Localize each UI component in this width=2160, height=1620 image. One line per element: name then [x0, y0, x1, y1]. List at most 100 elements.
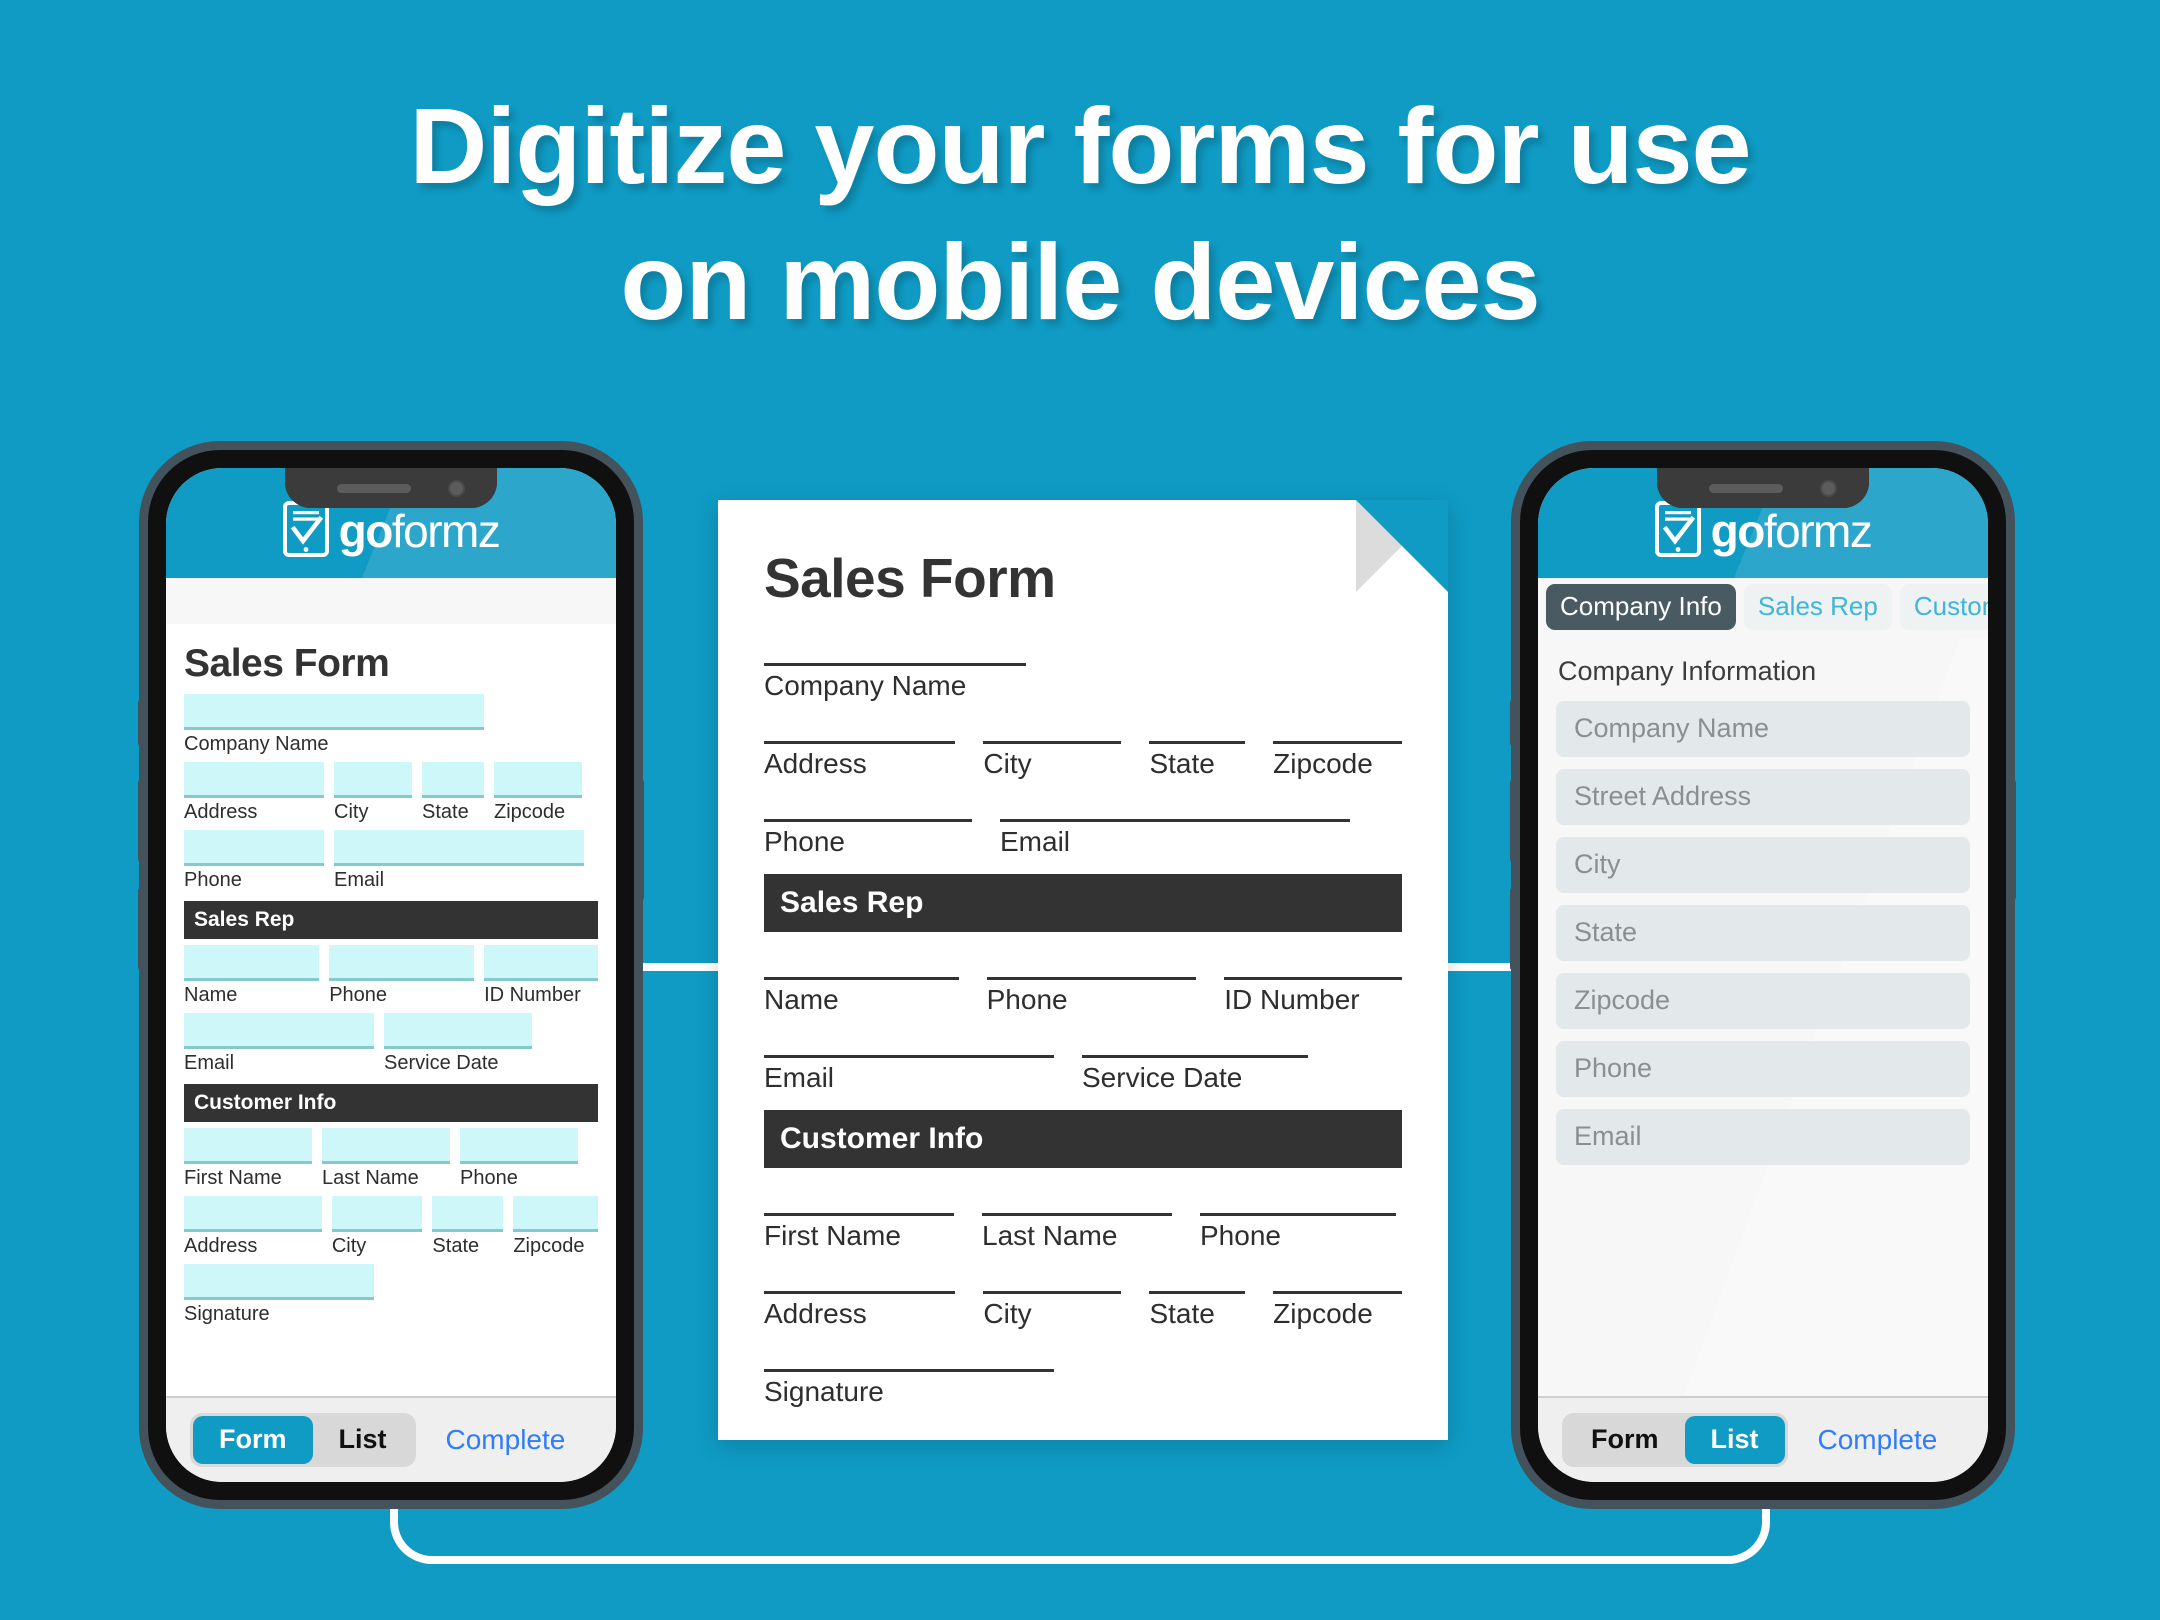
form-field-input[interactable]: [184, 1128, 312, 1164]
left-phone-screen: goformz Sales Form Company Name Address Ci…: [166, 468, 616, 1482]
paper-section-bar-sales-rep: Sales Rep: [764, 874, 1402, 932]
tab-customer-i[interactable]: Customer I: [1899, 584, 1988, 630]
phone-button-volume-up[interactable]: [1510, 780, 1515, 862]
form-field-input[interactable]: [184, 694, 484, 730]
form-field-input[interactable]: [422, 762, 484, 798]
form-field-label: Phone: [460, 1167, 518, 1189]
complete-button[interactable]: Complete: [1818, 1424, 1938, 1456]
form-field-input[interactable]: [764, 954, 959, 980]
form-field-input[interactable]: [432, 1196, 504, 1232]
form-field: ID Number: [484, 945, 599, 1008]
form-field-label: Address: [184, 801, 258, 823]
form-field-input[interactable]: [764, 1268, 956, 1294]
form-field-label: Name: [184, 984, 238, 1006]
form-field-input[interactable]: [986, 954, 1197, 980]
list-field-phone[interactable]: Phone: [1556, 1040, 1970, 1097]
view-mode-segmented-control[interactable]: Form List: [190, 1413, 416, 1467]
form-field: Address: [764, 718, 956, 780]
form-field-input[interactable]: [1000, 796, 1350, 822]
form-field-label: Signature: [184, 1303, 270, 1325]
front-camera-icon: [448, 480, 465, 497]
form-field-input[interactable]: [764, 1346, 1054, 1372]
form-field-input[interactable]: [983, 718, 1122, 744]
form-field-input[interactable]: [184, 1196, 322, 1232]
list-field-email[interactable]: Email: [1556, 1108, 1970, 1165]
form-field-input[interactable]: [384, 1013, 532, 1049]
form-field-input[interactable]: [983, 1268, 1122, 1294]
list-field-street-address[interactable]: Street Address: [1556, 768, 1970, 825]
phone-button-volume-down[interactable]: [1510, 888, 1515, 970]
form-field-input[interactable]: [1149, 718, 1246, 744]
phone-button-mute[interactable]: [138, 700, 143, 746]
form-field-input[interactable]: [334, 762, 412, 798]
form-field-row: Phone Email: [764, 796, 1402, 858]
form-field-input[interactable]: [494, 762, 582, 798]
form-field-input[interactable]: [982, 1190, 1172, 1216]
view-mode-segmented-control[interactable]: Form List: [1562, 1413, 1788, 1467]
left-form-document: Sales Form Company Name Address City State Z…: [166, 624, 616, 1396]
phone-button-volume-down[interactable]: [138, 888, 143, 970]
segment-form-button[interactable]: Form: [193, 1416, 313, 1464]
complete-button[interactable]: Complete: [446, 1424, 566, 1456]
section-bar-customer-info: Customer Info: [184, 1084, 598, 1122]
form-field-input[interactable]: [334, 830, 584, 866]
form-customer-section: First Name Last Name Phone Address City State…: [184, 1128, 598, 1327]
left-bottom-toolbar: Form List Complete: [166, 1396, 616, 1482]
form-field-input[interactable]: [764, 640, 1026, 666]
list-field-zipcode[interactable]: Zipcode: [1556, 972, 1970, 1029]
form-field-input[interactable]: [329, 945, 475, 981]
form-field-label: State: [422, 801, 469, 823]
form-field-input[interactable]: [764, 796, 972, 822]
form-field-label: Email: [184, 1052, 235, 1074]
form-field: Address: [764, 1268, 956, 1330]
phone-button-power[interactable]: [639, 780, 644, 900]
phone-button-power[interactable]: [2011, 780, 2016, 900]
form-field: Phone: [329, 945, 475, 1008]
form-field-input[interactable]: [1273, 718, 1403, 744]
form-field-input[interactable]: [1200, 1190, 1396, 1216]
list-field-company-name[interactable]: Company Name: [1556, 700, 1970, 757]
form-field-input[interactable]: [322, 1128, 450, 1164]
list-field-city[interactable]: City: [1556, 836, 1970, 893]
paper-section-bar-customer-info: Customer Info: [764, 1110, 1402, 1168]
phone-button-mute[interactable]: [1510, 700, 1515, 746]
headline-line-2: on mobile devices: [620, 221, 1540, 342]
form-field: ID Number: [1224, 954, 1402, 1016]
form-field-input[interactable]: [184, 762, 324, 798]
right-phone-device: goformz Company InfoSales RepCustomer I …: [1510, 450, 2016, 1500]
front-camera-icon: [1820, 480, 1837, 497]
segment-list-button[interactable]: List: [313, 1416, 413, 1464]
form-field-input[interactable]: [184, 945, 320, 981]
form-field-input[interactable]: [1082, 1032, 1308, 1058]
clipboard-check-icon: [1654, 500, 1701, 562]
list-field-state[interactable]: State: [1556, 904, 1970, 961]
form-field-input[interactable]: [513, 1196, 598, 1232]
form-field-input[interactable]: [1224, 954, 1402, 980]
phone-button-volume-up[interactable]: [138, 780, 143, 862]
form-field-label: Email: [1000, 826, 1071, 857]
goformz-wordmark: goformz: [1710, 505, 1873, 557]
segment-form-button[interactable]: Form: [1565, 1416, 1685, 1464]
form-field-input[interactable]: [460, 1128, 578, 1164]
form-field-label: Address: [764, 748, 867, 779]
form-field-input[interactable]: [331, 1196, 423, 1232]
form-field: Zipcode: [494, 762, 582, 825]
form-field-input[interactable]: [764, 1032, 1054, 1058]
form-field-input[interactable]: [1273, 1268, 1403, 1294]
form-field-label: Last Name: [322, 1167, 419, 1189]
form-field-input[interactable]: [1149, 1268, 1246, 1294]
form-field: State: [1149, 1268, 1246, 1330]
form-field-input[interactable]: [184, 1013, 374, 1049]
segment-list-button[interactable]: List: [1684, 1416, 1785, 1464]
form-field-input[interactable]: [184, 830, 324, 866]
form-field: Zipcode: [513, 1196, 598, 1259]
tab-sales-rep[interactable]: Sales Rep: [1743, 584, 1892, 630]
form-field: Phone: [1200, 1190, 1396, 1252]
form-field-input[interactable]: [764, 718, 956, 744]
paper-fold-cut: [1356, 500, 1448, 592]
form-field: State: [432, 1196, 504, 1259]
form-field-input[interactable]: [764, 1190, 954, 1216]
form-field-input[interactable]: [484, 945, 599, 981]
tab-company-info[interactable]: Company Info: [1546, 584, 1736, 630]
form-field-input[interactable]: [184, 1264, 374, 1300]
